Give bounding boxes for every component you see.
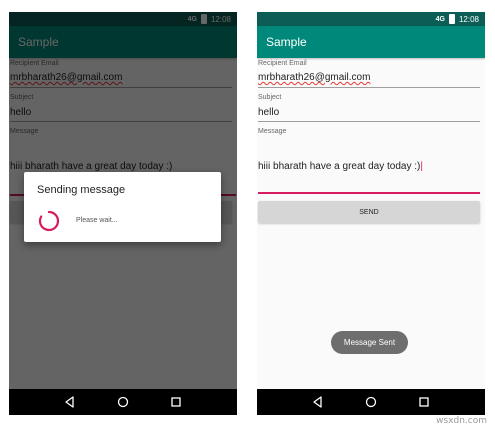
watermark: wsxdn.com [436, 416, 487, 426]
recents-icon[interactable] [417, 395, 431, 409]
home-icon[interactable] [116, 395, 130, 409]
message-field[interactable]: hiii bharath have a great day today :)| [258, 161, 423, 172]
clock: 12:08 [458, 14, 479, 24]
progress-spinner-icon [38, 210, 60, 232]
navigation-bar [257, 389, 485, 415]
recents-icon[interactable] [169, 395, 183, 409]
battery-icon [448, 14, 455, 24]
subject-underline [258, 121, 480, 122]
signal-icon: 4G [435, 15, 445, 23]
email-underline [258, 87, 480, 88]
dialog-message: Please wait... [76, 217, 118, 224]
message-value: hiii bharath have a great day today :) [258, 161, 421, 172]
phone-sending-state: 4G 12:08 Sample Recipient Email mrbharat… [9, 12, 237, 415]
message-label: Message [258, 128, 287, 135]
toast-message: Message Sent [331, 331, 408, 354]
email-field[interactable]: mrbharath26@gmail.com [258, 72, 370, 83]
email-label: Recipient Email [258, 60, 307, 67]
phone-sent-state: 4G 12:08 Sample Recipient Email mrbharat… [257, 12, 485, 415]
back-icon[interactable] [311, 395, 325, 409]
dialog-title: Sending message [37, 184, 126, 196]
app-bar: Sample [257, 26, 485, 58]
navigation-bar [9, 389, 237, 415]
back-icon[interactable] [63, 395, 77, 409]
screenshot-canvas: 4G 12:08 Sample Recipient Email mrbharat… [0, 0, 495, 428]
status-bar: 4G 12:08 [257, 12, 485, 26]
home-icon[interactable] [364, 395, 378, 409]
subject-field[interactable]: hello [258, 107, 279, 118]
subject-label: Subject [258, 94, 282, 101]
app-title: Sample [266, 35, 307, 49]
email-value: mrbharath26@gmail.com [258, 72, 371, 83]
message-underline [258, 192, 480, 194]
progress-dialog: Sending message Please wait... [24, 172, 221, 242]
send-button[interactable]: SEND [258, 201, 480, 223]
